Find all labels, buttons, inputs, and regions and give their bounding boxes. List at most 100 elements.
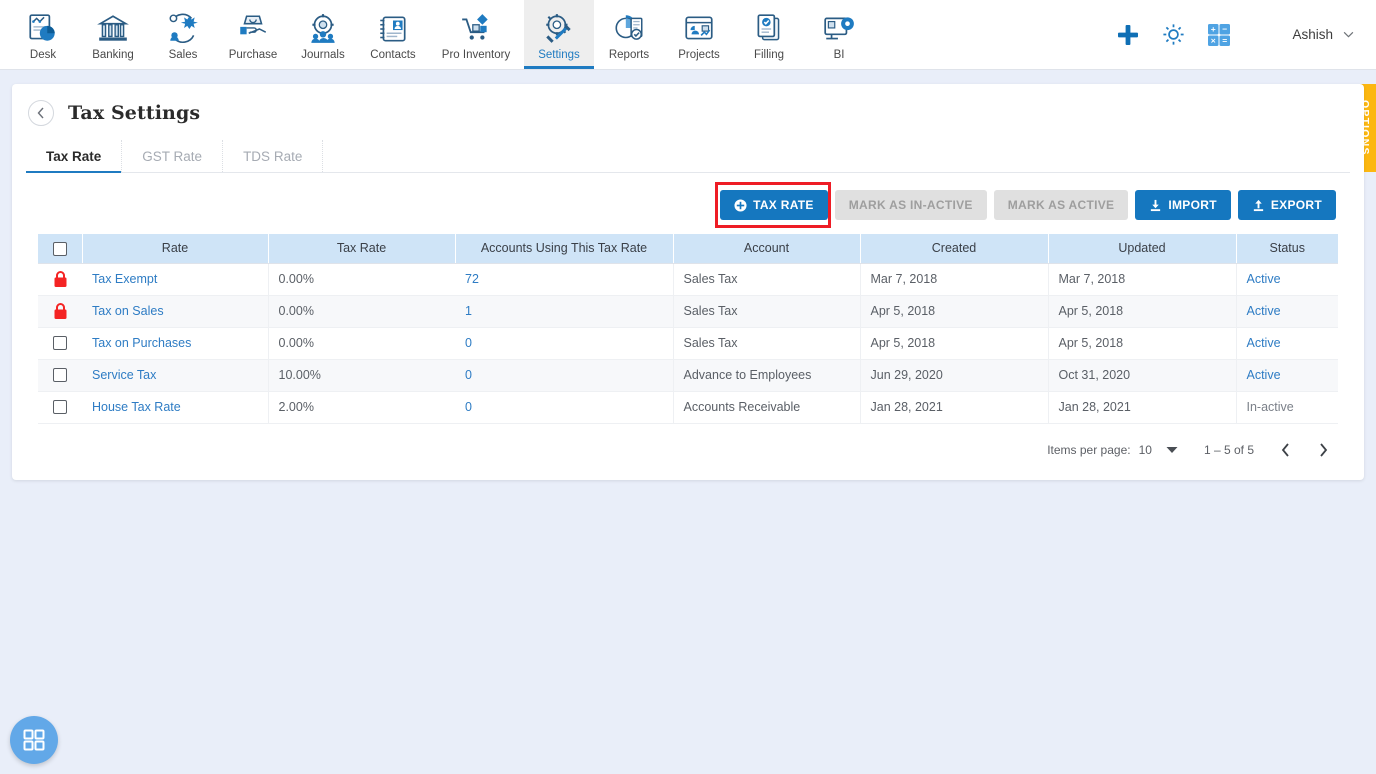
nav-item-filling[interactable]: Filling	[734, 0, 804, 69]
apps-launcher-button[interactable]	[10, 716, 58, 764]
import-button[interactable]: IMPORT	[1135, 190, 1231, 220]
cell-rate: Tax on Purchases	[82, 327, 269, 360]
chevron-left-icon	[37, 107, 44, 119]
checkbox-unchecked-icon[interactable]	[53, 368, 67, 383]
nav-item-sales[interactable]: Sales	[148, 0, 218, 69]
nav-item-pro-inventory[interactable]: Pro Inventory	[428, 0, 524, 69]
table-row[interactable]: House Tax Rate 2.00% 0 Accounts Receivab…	[38, 391, 1338, 424]
cell-created: Mar 7, 2018	[859, 263, 1048, 296]
bi-monitor-icon	[824, 17, 854, 40]
checkbox-unchecked-icon[interactable]	[52, 241, 67, 256]
accounts-using-link[interactable]: 0	[465, 336, 472, 350]
status-badge[interactable]: Active	[1247, 368, 1281, 382]
select-all-header	[38, 234, 83, 264]
nav-label: BI	[833, 49, 845, 61]
table-row[interactable]: Service Tax 10.00% 0 Advance to Employee…	[38, 359, 1338, 392]
nav-item-settings[interactable]: Settings	[524, 0, 594, 69]
accounts-using-link[interactable]: 1	[465, 304, 472, 318]
rate-link[interactable]: House Tax Rate	[92, 400, 181, 414]
mark-as-inactive-button[interactable]: MARK AS IN-ACTIVE	[834, 190, 987, 220]
cell-status: Active	[1235, 359, 1338, 392]
col-account[interactable]: Account	[673, 234, 861, 264]
nav-label: Projects	[678, 49, 720, 61]
export-button[interactable]: EXPORT	[1237, 190, 1336, 220]
cell-account: Sales Tax	[672, 295, 860, 328]
svg-text:+: +	[1211, 24, 1216, 34]
status-badge[interactable]: Active	[1247, 272, 1281, 286]
nav-item-purchase[interactable]: Purchase	[218, 0, 288, 69]
nav-item-banking[interactable]: Banking	[78, 0, 148, 69]
mark-as-active-button[interactable]: MARK AS ACTIVE	[993, 190, 1129, 220]
calculator-icon[interactable]: + − × =	[1206, 22, 1232, 48]
chevron-right-icon	[1319, 442, 1327, 457]
top-navigation-bar: Desk Banking Sales Purchase Journals Con…	[0, 0, 1376, 70]
cell-tax-rate: 10.00%	[268, 359, 455, 392]
nav-label: Journals	[301, 49, 345, 61]
cell-tax-rate: 0.00%	[268, 263, 455, 296]
page-range-label: 1 – 5 of 5	[1203, 442, 1254, 457]
cell-rate: Tax Exempt	[82, 263, 269, 296]
cell-accounts-using: 1	[455, 295, 673, 328]
rate-link[interactable]: Tax Exempt	[92, 272, 157, 286]
nav-item-desk[interactable]: Desk	[8, 0, 78, 69]
nav-label: Desk	[29, 49, 57, 61]
nav-item-journals[interactable]: Journals	[288, 0, 358, 69]
tab-label: GST Rate	[142, 148, 203, 164]
col-status[interactable]: Status	[1236, 234, 1338, 264]
gear-icon[interactable]	[1161, 22, 1186, 47]
row-selector	[38, 359, 82, 392]
cell-status: Active	[1235, 295, 1338, 328]
accounts-using-link[interactable]: 0	[465, 368, 472, 382]
status-badge[interactable]: Active	[1247, 304, 1281, 318]
inventory-cart-icon	[462, 14, 488, 40]
col-created[interactable]: Created	[860, 234, 1049, 264]
cell-created: Jan 28, 2021	[859, 391, 1048, 424]
prev-page-button[interactable]	[1272, 437, 1298, 463]
rate-link[interactable]: Tax on Purchases	[92, 336, 191, 350]
accounts-using-link[interactable]: 72	[465, 272, 479, 286]
items-per-page-label: Items per page:	[1047, 442, 1131, 457]
user-menu[interactable]: Ashish	[1292, 27, 1354, 42]
back-button[interactable]	[28, 100, 54, 126]
next-page-button[interactable]	[1310, 437, 1336, 463]
status-badge[interactable]: Active	[1247, 336, 1281, 350]
cell-rate: Service Tax	[82, 359, 269, 392]
nav-item-reports[interactable]: Reports	[594, 0, 664, 69]
cell-accounts-using: 72	[455, 263, 673, 296]
tab-gst-rate[interactable]: GST Rate	[122, 140, 224, 172]
nav-items: Desk Banking Sales Purchase Journals Con…	[0, 0, 874, 69]
cell-accounts-using: 0	[455, 327, 673, 360]
rate-link[interactable]: Service Tax	[92, 368, 156, 382]
desk-chart-icon	[29, 14, 55, 41]
accounts-using-link[interactable]: 0	[465, 400, 472, 414]
row-selector	[38, 263, 82, 296]
chevron-down-icon[interactable]	[1166, 446, 1178, 454]
nav-item-projects[interactable]: Projects	[664, 0, 734, 69]
nav-item-contacts[interactable]: Contacts	[358, 0, 428, 69]
table-row[interactable]: Tax on Sales 0.00% 1 Sales Tax Apr 5, 20…	[38, 295, 1338, 328]
add-tax-rate-button[interactable]: TAX RATE	[720, 190, 828, 220]
bank-building-icon	[97, 15, 129, 41]
tab-tax-rate[interactable]: Tax Rate	[26, 140, 123, 173]
reports-pie-icon	[615, 15, 643, 40]
tab-tds-rate[interactable]: TDS Rate	[223, 140, 324, 172]
col-tax-rate[interactable]: Tax Rate	[268, 234, 456, 264]
cell-status: Active	[1235, 263, 1338, 296]
table-row[interactable]: Tax Exempt 0.00% 72 Sales Tax Mar 7, 201…	[38, 263, 1338, 296]
action-toolbar: TAX RATE MARK AS IN-ACTIVE MARK AS ACTIV…	[12, 182, 1336, 228]
button-label: MARK AS ACTIVE	[1007, 198, 1115, 212]
checkbox-unchecked-icon[interactable]	[53, 400, 67, 415]
page-header: Tax Settings	[12, 84, 1364, 126]
col-accounts-using[interactable]: Accounts Using This Tax Rate	[455, 234, 674, 264]
cell-tax-rate: 0.00%	[268, 327, 455, 360]
nav-item-bi[interactable]: BI	[804, 0, 874, 69]
plus-icon[interactable]	[1115, 22, 1141, 48]
checkbox-unchecked-icon[interactable]	[53, 336, 67, 351]
table-row[interactable]: Tax on Purchases 0.00% 0 Sales Tax Apr 5…	[38, 327, 1338, 360]
col-updated[interactable]: Updated	[1048, 234, 1237, 264]
rate-link[interactable]: Tax on Sales	[92, 304, 164, 318]
items-per-page-value[interactable]: 10	[1139, 443, 1152, 457]
cell-account: Accounts Receivable	[672, 391, 860, 424]
col-rate[interactable]: Rate	[82, 234, 269, 264]
filling-documents-icon	[757, 14, 780, 41]
